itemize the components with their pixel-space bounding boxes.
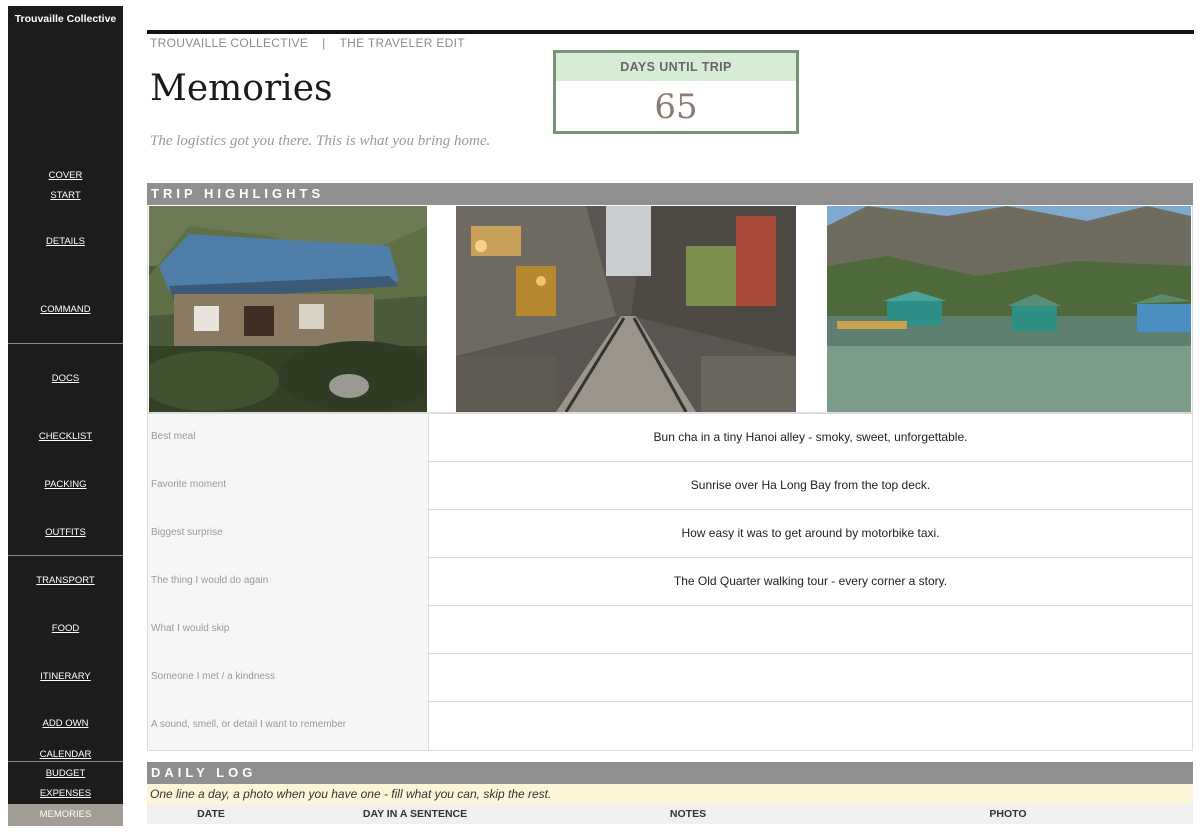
trip-highlights-heading: TRIP HIGHLIGHTS [147,183,1193,205]
daily-log-heading: DAILY LOG [147,762,1193,784]
sidebar-item-transport[interactable]: TRANSPORT [8,575,123,586]
table-row: What I would skip [148,606,1192,654]
column-date: DATE [197,808,225,820]
highlight-value[interactable]: Bun cha in a tiny Hanoi alley - smoky, s… [429,414,1192,462]
highlight-label: The thing I would do again [148,558,429,606]
daily-log-hint: One line a day, a photo when you have on… [147,784,1193,804]
sidebar-item-command[interactable]: COMMAND [8,304,123,315]
sidebar-item-packing[interactable]: PACKING [8,479,123,490]
photo-forest-hut[interactable] [149,206,427,412]
sidebar-brand: Trouvaille Collective [14,13,117,25]
sidebar-divider [8,343,123,344]
table-row: Someone I met / a kindness [148,654,1192,702]
sidebar-item-add-own[interactable]: ADD OWN [8,718,123,729]
table-row: Favorite moment Sunrise over Ha Long Bay… [148,462,1192,510]
sidebar-item-details[interactable]: DETAILS [8,236,123,247]
highlight-label: Someone I met / a kindness [148,654,429,702]
column-notes: NOTES [669,808,707,820]
highlight-label: Favorite moment [148,462,429,510]
table-row: Best meal Bun cha in a tiny Hanoi alley … [148,414,1192,462]
countdown-card: DAYS UNTIL TRIP 65 [553,50,799,134]
sidebar-item-calendar[interactable]: CALENDAR [8,749,123,760]
sidebar: Trouvaille Collective COVER START DETAIL… [8,6,123,826]
sidebar-item-budget[interactable]: BUDGET [8,768,123,779]
highlight-value[interactable] [429,702,1192,750]
table-row: Biggest surprise How easy it was to get … [148,510,1192,558]
highlight-label: Best meal [148,414,429,462]
sidebar-item-expenses[interactable]: EXPENSES [8,788,123,799]
countdown-label: DAYS UNTIL TRIP [556,53,796,81]
sidebar-item-docs[interactable]: DOCS [8,373,123,384]
highlight-label: What I would skip [148,606,429,654]
breadcrumb-edit: THE TRAVELER EDIT [339,36,465,50]
breadcrumb-brand: TROUVAILLE COLLECTIVE [150,36,309,50]
column-photo: PHOTO [989,808,1027,820]
sidebar-divider [8,761,123,762]
sidebar-item-start[interactable]: START [8,190,123,201]
breadcrumb: TROUVAILLE COLLECTIVE | THE TRAVELER EDIT [150,36,465,50]
column-day-in-a-sentence: DAY IN A SENTENCE [362,808,468,820]
page-title: Memories [150,68,333,109]
highlight-value[interactable] [429,654,1192,702]
sidebar-item-memories[interactable]: MEMORIES [8,809,123,820]
photo-train-street[interactable] [456,206,796,412]
sidebar-item-food[interactable]: FOOD [8,623,123,634]
sidebar-item-cover[interactable]: COVER [8,170,123,181]
daily-log-columns: DATE DAY IN A SENTENCE NOTES PHOTO [147,804,1193,824]
photo-floating-village[interactable] [827,206,1191,412]
highlight-label: Biggest surprise [148,510,429,558]
highlights-table: Best meal Bun cha in a tiny Hanoi alley … [147,413,1193,751]
table-row: A sound, smell, or detail I want to reme… [148,702,1192,750]
highlight-value[interactable]: Sunrise over Ha Long Bay from the top de… [429,462,1192,510]
breadcrumb-separator: | [322,36,326,50]
countdown-value: 65 [654,87,698,127]
highlight-value[interactable]: How easy it was to get around by motorbi… [429,510,1192,558]
photo-strip [147,205,1193,413]
highlight-value[interactable]: The Old Quarter walking tour - every cor… [429,558,1192,606]
table-row: The thing I would do again The Old Quart… [148,558,1192,606]
sidebar-divider [8,555,123,556]
highlight-value[interactable] [429,606,1192,654]
page-subtitle: The logistics got you there. This is wha… [150,133,491,149]
sidebar-item-outfits[interactable]: OUTFITS [8,527,123,538]
highlight-label: A sound, smell, or detail I want to reme… [148,702,429,750]
sidebar-item-checklist[interactable]: CHECKLIST [8,431,123,442]
header-rule [147,30,1194,34]
sidebar-item-itinerary[interactable]: ITINERARY [8,671,123,682]
